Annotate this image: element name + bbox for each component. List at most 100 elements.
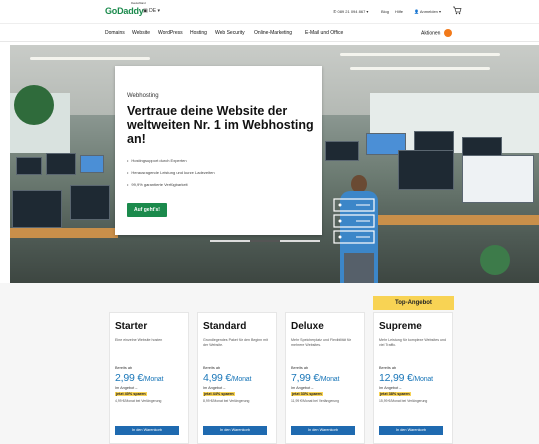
plan-price-value: 7,99 € [291, 372, 319, 384]
plan-name: Starter [115, 321, 148, 332]
plan-renewal-price: 8,99 €/Monat bei Verlängerung [203, 399, 250, 403]
account-label: Anmelden [419, 9, 438, 14]
actions-button[interactable]: Aktionen [421, 29, 452, 37]
monitor [16, 157, 42, 175]
blog-link[interactable]: Blog [381, 9, 389, 14]
utility-bar: GoDaddy Deutschland ▣ DE ▾ ✆ 089 21 094 … [0, 0, 539, 24]
monitor [325, 141, 359, 161]
logo-tagline: Deutschland [131, 1, 146, 5]
plan-renewal-price: 11,99 €/Monat bei Verlängerung [291, 399, 340, 403]
monitor [398, 150, 454, 190]
top-offer-badge: Top-Angebot [373, 296, 454, 310]
carousel-active-indicator [250, 240, 280, 242]
flag-icon: ▣ [143, 8, 148, 14]
godaddy-logo[interactable]: GoDaddy Deutschland [105, 1, 146, 16]
nav-online-marketing[interactable]: Online-Marketing [254, 30, 292, 36]
phone-number: 089 21 094 867 [337, 9, 366, 14]
promo-dot-icon [443, 29, 452, 37]
monitor [46, 153, 76, 175]
phone-icon: ✆ [333, 9, 337, 14]
plan-price-unit: /Monat [143, 376, 164, 383]
plan-from-label: Bereits ab [203, 366, 221, 370]
plan-description: Grundlegendes Paket für den Beginn mit d… [203, 338, 268, 347]
plan-price-value: 4,99 € [203, 372, 231, 384]
language-label: DE [149, 8, 157, 14]
monitor [462, 155, 534, 203]
add-to-cart-button[interactable]: In den Warenkorb [379, 426, 443, 435]
office-desk [10, 228, 118, 238]
office-plant [14, 85, 54, 125]
actions-label: Aktionen [421, 30, 441, 37]
plan-savings-badge: jetzt 40% sparen [115, 392, 147, 396]
ceiling-light [340, 53, 500, 56]
plan-price-unit: /Monat [412, 376, 433, 383]
logo-text: GoDaddy [105, 6, 144, 16]
plan-from-label: Bereits ab [115, 366, 133, 370]
plan-price-unit: /Monat [231, 376, 252, 383]
plan-name: Standard [203, 321, 247, 332]
plan-from-label: Bereits ab [379, 366, 397, 370]
plan-price-value: 2,99 € [115, 372, 143, 384]
plan-savings-badge: jetzt 38% sparen [379, 392, 411, 396]
plan-savings-badge: jetzt 33% sparen [291, 392, 323, 396]
plan-offer-label: Im Angebot – [115, 386, 138, 390]
plan-card-starter: Starter Eine einzelne Website hosten Ber… [109, 312, 189, 444]
chevron-down-icon: ▾ [157, 8, 160, 14]
main-navigation: Domains Website WordPress Hosting Web Se… [0, 24, 539, 42]
plan-price: 2,99 €/Monat [115, 372, 163, 384]
hero-card: Webhosting Vertraue deine Website der we… [115, 66, 322, 235]
plan-renewal-price: 4,99 €/Monat bei Verlängerung [115, 399, 162, 403]
nav-hosting[interactable]: Hosting [190, 30, 207, 36]
plan-offer-label: Im Angebot – [291, 386, 314, 390]
plan-price-unit: /Monat [319, 376, 340, 383]
plan-price-value: 12,99 € [379, 372, 413, 384]
add-to-cart-button[interactable]: In den Warenkorb [291, 426, 355, 435]
nav-web-security[interactable]: Web Security [215, 30, 245, 36]
plan-savings-badge: jetzt 44% sparen [203, 392, 235, 396]
phone-link[interactable]: ✆ 089 21 094 867 ▾ [333, 9, 368, 14]
godaddy-page: GoDaddy Deutschland ▣ DE ▾ ✆ 089 21 094 … [0, 0, 539, 444]
hero-eyebrow: Webhosting [127, 93, 159, 99]
hero-title: Vertraue deine Website der weltweiten Nr… [127, 104, 314, 146]
add-to-cart-button[interactable]: In den Warenkorb [203, 426, 267, 435]
user-icon: 👤 [414, 9, 419, 14]
language-selector[interactable]: ▣ DE ▾ [143, 8, 160, 14]
hero-bullet: Hostingsupport durch Experten [127, 158, 186, 163]
chevron-down-icon: ▾ [366, 9, 369, 14]
server-icon [333, 198, 375, 244]
ceiling-light [350, 67, 490, 70]
monitor [80, 155, 104, 173]
help-link[interactable]: Hilfe [395, 9, 403, 14]
hero-bullet: Herausragende Leistung und kurze Ladezei… [127, 170, 214, 175]
nav-website[interactable]: Website [132, 30, 150, 36]
plan-name: Supreme [379, 321, 422, 332]
account-link[interactable]: 👤 Anmelden ▾ [414, 9, 441, 14]
plan-price: 4,99 €/Monat [203, 372, 251, 384]
plan-price: 7,99 €/Monat [291, 372, 339, 384]
plan-description: Mehr Leistung für komplexe Websites und … [379, 338, 447, 347]
plan-renewal-price: 15,99 €/Monat bei Verlängerung [379, 399, 428, 403]
plan-description: Mehr Speicherplatz und Flexibilität für … [291, 338, 352, 347]
monitor [12, 190, 62, 228]
plan-name: Deluxe [291, 321, 324, 332]
add-to-cart-button[interactable]: In den Warenkorb [115, 426, 179, 435]
plan-price: 12,99 €/Monat [379, 372, 433, 384]
hero-bullet: 99,9% garantierte Verfügbarkeit [127, 182, 187, 187]
chevron-down-icon: ▾ [439, 9, 442, 14]
plan-card-deluxe: Deluxe Mehr Speicherplatz und Flexibilit… [285, 312, 365, 444]
cart-icon[interactable] [452, 5, 462, 15]
nav-domains[interactable]: Domains [105, 30, 125, 36]
plan-card-standard: Standard Grundlegendes Paket für den Beg… [197, 312, 277, 444]
hero-cta-button[interactable]: Auf geht's! [127, 203, 167, 217]
plan-offer-label: Im Angebot – [379, 386, 402, 390]
plan-from-label: Bereits ab [291, 366, 309, 370]
nav-email-office[interactable]: E-Mail und Office [305, 30, 343, 36]
office-plant [480, 245, 510, 275]
monitor [70, 185, 110, 220]
carousel-indicator[interactable] [210, 240, 320, 242]
nav-wordpress[interactable]: WordPress [158, 30, 183, 36]
plan-description: Eine einzelne Website hosten [115, 338, 163, 342]
person-legs [344, 253, 374, 283]
plan-offer-label: Im Angebot – [203, 386, 226, 390]
ceiling-light [30, 57, 150, 60]
